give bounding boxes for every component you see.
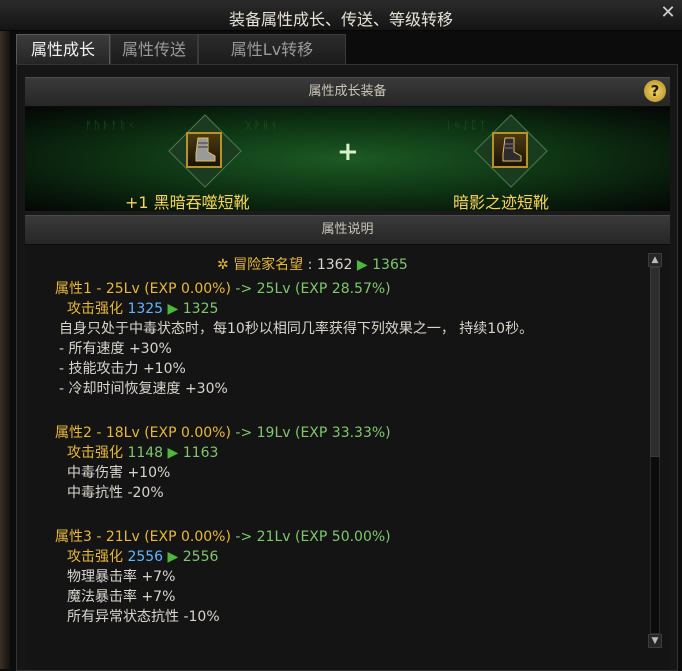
effect-line: 中毒伤害 +10% xyxy=(67,465,171,481)
atk-label: 攻击强化 xyxy=(67,301,123,317)
attribute-3-title-row: 属性3 - 21Lv (EXP 0.00%) -> 21Lv (EXP 50.0… xyxy=(55,529,391,545)
attribute-1-result: 25Lv (EXP 28.57%) xyxy=(256,281,391,297)
tab-attribute-lv-transfer[interactable]: 属性Lv转移 xyxy=(198,34,346,65)
left-item-name: +1 黑暗吞噬短靴 xyxy=(125,193,250,211)
rune-decoration-right: ᛁᛃᛇᛈᛉ xyxy=(445,119,488,132)
atk-label: 攻击强化 xyxy=(67,445,123,461)
atk-from: 1148 xyxy=(127,445,164,461)
desc-section-header: 属性说明 xyxy=(25,215,670,245)
attribute-1-title-row: 属性1 - 25Lv (EXP 0.00%) -> 25Lv (EXP 28.5… xyxy=(55,281,391,297)
help-icon[interactable]: ? xyxy=(644,80,666,102)
attribute-3-title: 属性3 - 21Lv (EXP 0.00%) xyxy=(55,529,231,545)
scroll-down-icon[interactable]: ▼ xyxy=(648,634,662,648)
plus-icon: + xyxy=(337,137,359,167)
atk-to: 1325 xyxy=(182,301,219,317)
attribute-2-title: 属性2 - 18Lv (EXP 0.00%) xyxy=(55,425,231,441)
attribute-1-atk-row: 攻击强化 1325 ▶ 1325 xyxy=(67,299,218,319)
close-icon[interactable]: ✕ xyxy=(658,3,678,23)
rune-decoration-mid: ᚷᚹᚺᚾ xyxy=(245,119,280,132)
effect-line: - 技能攻击力 +10% xyxy=(59,361,186,377)
attribute-2-result: 19Lv (EXP 33.33%) xyxy=(256,425,391,441)
tab-attribute-transfer[interactable]: 属性传送 xyxy=(110,34,198,65)
effect-line: - 所有速度 +30% xyxy=(59,341,172,357)
desc-section-title: 属性说明 xyxy=(321,222,374,237)
atk-to: 2556 xyxy=(182,549,219,565)
arrow-right-icon: ▶ xyxy=(356,257,373,273)
arrow-right-icon: ▶ xyxy=(167,445,183,461)
arrow-right-icon: ▶ xyxy=(167,549,183,565)
arrow-right-icon: ▶ xyxy=(167,301,183,317)
reputation-icon: ✲ xyxy=(217,257,229,273)
window-left-edge xyxy=(0,0,10,669)
attribute-3-atk-row: 攻击强化 2556 ▶ 2556 xyxy=(67,547,218,567)
effect-line: 中毒抗性 -20% xyxy=(67,485,164,501)
effect-line: 魔法暴击率 +7% xyxy=(67,589,176,605)
atk-from: 1325 xyxy=(127,301,164,317)
equip-display: ᚠᚢᚦᚨᚱᚲ ᚷᚹᚺᚾ ᛁᛃᛇᛈᛉ + +1 黑暗吞噬短靴 暗影之迹短靴 xyxy=(25,107,670,211)
window-title: 装备属性成长、传送、等级转移 xyxy=(228,10,453,29)
main-panel: 属性成长装备 ? ᚠᚢᚦᚨᚱᚲ ᚷᚹᚺᚾ ᛁᛃᛇᛈᛉ + +1 黑暗吞噬短靴 暗… xyxy=(16,64,678,671)
boot-icon xyxy=(186,132,222,168)
reputation-row: ✲ 冒险家名望 : 1362 ▶ 1365 xyxy=(217,257,408,273)
equip-section-header: 属性成长装备 ? xyxy=(25,77,670,107)
boot-icon xyxy=(492,132,528,168)
scroll-thumb[interactable] xyxy=(650,267,660,457)
title-bar: 装备属性成长、传送、等级转移 ✕ xyxy=(0,0,682,31)
effect-line: - 冷却时间恢复速度 +30% xyxy=(59,381,228,397)
attribute-1-title: 属性1 - 25Lv (EXP 0.00%) xyxy=(55,281,231,297)
attribute-2-title-row: 属性2 - 18Lv (EXP 0.00%) -> 19Lv (EXP 33.3… xyxy=(55,425,391,441)
reputation-label: 冒险家名望 xyxy=(233,257,304,273)
atk-to: 1163 xyxy=(182,445,219,461)
attribute-description-area: ✲ 冒险家名望 : 1362 ▶ 1365 属性1 - 25Lv (EXP 0.… xyxy=(25,245,670,670)
effect-line: 所有异常状态抗性 -10% xyxy=(67,609,220,625)
right-equip-slot[interactable] xyxy=(474,114,548,188)
tab-attribute-growth[interactable]: 属性成长 xyxy=(16,34,110,65)
panel-inner: 属性成长装备 ? ᚠᚢᚦᚨᚱᚲ ᚷᚹᚺᚾ ᛁᛃᛇᛈᛉ + +1 黑暗吞噬短靴 暗… xyxy=(25,77,670,670)
reputation-to: 1365 xyxy=(372,257,408,273)
effect-line: 自身只处于中毒状态时，每10秒以相同几率获得下列效果之一， 持续10秒。 xyxy=(59,321,534,337)
attribute-2-atk-row: 攻击强化 1148 ▶ 1163 xyxy=(67,443,218,463)
rune-decoration-left: ᚠᚢᚦᚨᚱᚲ xyxy=(85,119,137,132)
atk-from: 2556 xyxy=(127,549,164,565)
effect-line: 物理暴击率 +7% xyxy=(67,569,176,585)
equip-section-title: 属性成长装备 xyxy=(308,84,387,99)
left-equip-slot[interactable] xyxy=(168,114,242,188)
scroll-up-icon[interactable]: ▲ xyxy=(648,253,662,267)
right-item-name: 暗影之迹短靴 xyxy=(453,193,550,211)
scrollbar[interactable]: ▲ ▼ xyxy=(648,253,662,648)
atk-label: 攻击强化 xyxy=(67,549,123,565)
reputation-from: 1362 xyxy=(316,257,353,273)
attribute-3-result: 21Lv (EXP 50.00%) xyxy=(256,529,391,545)
